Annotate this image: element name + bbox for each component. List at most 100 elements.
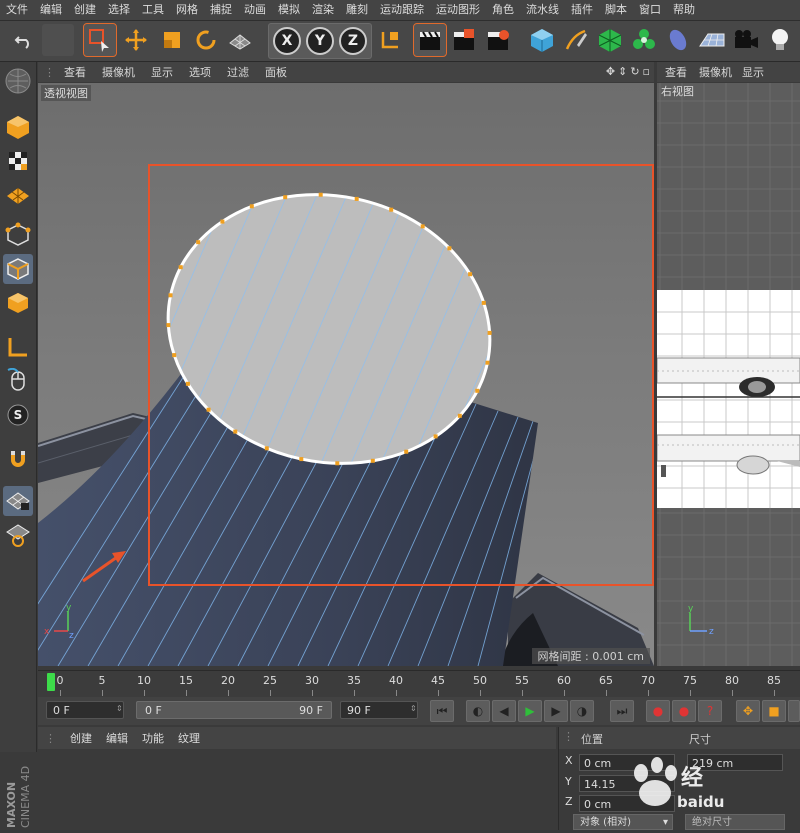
- vertex-point[interactable]: [166, 323, 171, 328]
- right-viewport-menu-view[interactable]: 查看: [657, 64, 695, 80]
- vertex-point[interactable]: [299, 457, 304, 462]
- menu-item-16[interactable]: 脚本: [599, 0, 633, 20]
- vertex-point[interactable]: [468, 272, 473, 277]
- texture-mode-button[interactable]: [3, 146, 33, 176]
- points-mode-button[interactable]: [3, 220, 33, 250]
- perspective-viewport[interactable]: y x z 透视视图 网格间距 : 0.001 cm: [38, 83, 654, 666]
- next-frame-button[interactable]: ▶: [544, 700, 568, 722]
- menu-item-14[interactable]: 流水线: [520, 0, 565, 20]
- menu-item-2[interactable]: 创建: [68, 0, 102, 20]
- go-to-end-button[interactable]: ⏭: [610, 700, 634, 722]
- start-frame-stepper-icon[interactable]: ⇕: [116, 704, 123, 713]
- make-editable-button[interactable]: [3, 112, 33, 142]
- material-menu-function[interactable]: 功能: [135, 730, 171, 746]
- keyframe-selection-button[interactable]: ?: [698, 700, 722, 722]
- right-viewport-menu-camera[interactable]: 摄像机: [695, 64, 736, 80]
- autokeying-button[interactable]: ●: [672, 700, 696, 722]
- y-axis-button[interactable]: Y: [304, 25, 336, 57]
- next-key-button[interactable]: ◑: [570, 700, 594, 722]
- menu-item-7[interactable]: 动画: [238, 0, 272, 20]
- menu-item-6[interactable]: 捕捉: [204, 0, 238, 20]
- vertex-point[interactable]: [475, 388, 480, 393]
- subdivision-button[interactable]: [594, 24, 626, 56]
- vertex-point[interactable]: [389, 207, 394, 212]
- menu-item-12[interactable]: 运动图形: [430, 0, 486, 20]
- menu-item-18[interactable]: 帮助: [667, 0, 701, 20]
- pen-spline-button[interactable]: [560, 24, 592, 56]
- camera-button[interactable]: [730, 24, 762, 56]
- right-viewport[interactable]: y z: [657, 83, 800, 666]
- zoom-icon[interactable]: ⇕: [618, 65, 627, 78]
- snap-button[interactable]: [3, 444, 33, 474]
- vertex-point[interactable]: [354, 196, 359, 201]
- play-button[interactable]: ▶: [518, 700, 542, 722]
- previous-key-button[interactable]: ◐: [466, 700, 490, 722]
- preview-range-slider[interactable]: 0 F 90 F: [136, 701, 332, 719]
- vertex-point[interactable]: [172, 353, 177, 358]
- vertex-point[interactable]: [196, 240, 201, 245]
- vertex-point[interactable]: [447, 246, 452, 251]
- menu-item-15[interactable]: 插件: [565, 0, 599, 20]
- viewport-menu-camera[interactable]: 摄像机: [94, 64, 143, 80]
- material-menu-texture[interactable]: 纹理: [171, 730, 207, 746]
- viewport-menu-options[interactable]: 选项: [181, 64, 219, 80]
- key-position-button[interactable]: ✥: [736, 700, 760, 722]
- vertex-point[interactable]: [487, 330, 492, 335]
- menu-item-11[interactable]: 运动跟踪: [374, 0, 430, 20]
- right-viewport-menu-display[interactable]: 显示: [736, 64, 770, 80]
- render-view-button[interactable]: [413, 23, 447, 57]
- viewport-menu-filter[interactable]: 过滤: [219, 64, 257, 80]
- workplane-lock-button[interactable]: [3, 486, 33, 516]
- menu-item-3[interactable]: 选择: [102, 0, 136, 20]
- menu-item-17[interactable]: 窗口: [633, 0, 667, 20]
- vertex-point[interactable]: [481, 300, 486, 305]
- maximize-icon[interactable]: ▫: [643, 65, 650, 78]
- light-button[interactable]: [764, 24, 796, 56]
- key-rotation-button[interactable]: [788, 700, 800, 722]
- vertex-point[interactable]: [370, 458, 375, 463]
- z-axis-button[interactable]: Z: [337, 25, 369, 57]
- vertex-point[interactable]: [457, 413, 462, 418]
- undo-button[interactable]: [8, 24, 40, 56]
- end-frame-stepper-icon[interactable]: ⇕: [410, 704, 417, 713]
- deformer-button[interactable]: [662, 24, 694, 56]
- x-axis-button[interactable]: X: [271, 25, 303, 57]
- menu-item-0[interactable]: 文件: [0, 0, 34, 20]
- record-active-objects-button[interactable]: ●: [646, 700, 670, 722]
- timeline-ruler[interactable]: 0 5 10 15 20 25 30 35 40 45 50 55 60 65 70 75 80 85: [38, 670, 800, 697]
- render-settings-button[interactable]: [482, 24, 514, 56]
- vertex-point[interactable]: [168, 293, 173, 298]
- redo-button[interactable]: [42, 24, 74, 56]
- live-selection-button[interactable]: [83, 23, 117, 57]
- move-button[interactable]: [120, 24, 152, 56]
- scale-button[interactable]: [156, 24, 188, 56]
- vertex-point[interactable]: [404, 449, 409, 454]
- menu-item-10[interactable]: 雕刻: [340, 0, 374, 20]
- vertex-point[interactable]: [249, 204, 254, 209]
- coordinate-mode-select[interactable]: 对象 (相对) ▾: [573, 814, 673, 830]
- vertex-point[interactable]: [178, 265, 183, 270]
- menu-item-1[interactable]: 编辑: [34, 0, 68, 20]
- viewport-menu-view[interactable]: 查看: [56, 64, 94, 80]
- menu-item-13[interactable]: 角色: [486, 0, 520, 20]
- vertex-point[interactable]: [233, 429, 238, 434]
- size-mode-select[interactable]: 绝对尺寸: [685, 814, 785, 830]
- vertex-point[interactable]: [220, 219, 225, 224]
- start-frame-field[interactable]: 0 F: [46, 701, 124, 719]
- solo-button[interactable]: S: [3, 400, 33, 430]
- vertex-point[interactable]: [283, 195, 288, 200]
- polygons-mode-button[interactable]: [3, 288, 33, 318]
- previous-frame-button[interactable]: ◀: [492, 700, 516, 722]
- vertex-point[interactable]: [264, 446, 269, 451]
- tweak-mode-button[interactable]: [3, 366, 33, 396]
- viewport-menu-panel[interactable]: 面板: [257, 64, 295, 80]
- vertex-point[interactable]: [335, 461, 340, 466]
- floor-button[interactable]: [696, 24, 728, 56]
- workplane-button[interactable]: [3, 180, 33, 210]
- material-menu-create[interactable]: 创建: [63, 730, 99, 746]
- vertex-point[interactable]: [420, 224, 425, 229]
- pan-icon[interactable]: ✥: [606, 65, 615, 78]
- viewport-menu-display[interactable]: 显示: [143, 64, 181, 80]
- vertex-point[interactable]: [206, 407, 211, 412]
- menu-item-9[interactable]: 渲染: [306, 0, 340, 20]
